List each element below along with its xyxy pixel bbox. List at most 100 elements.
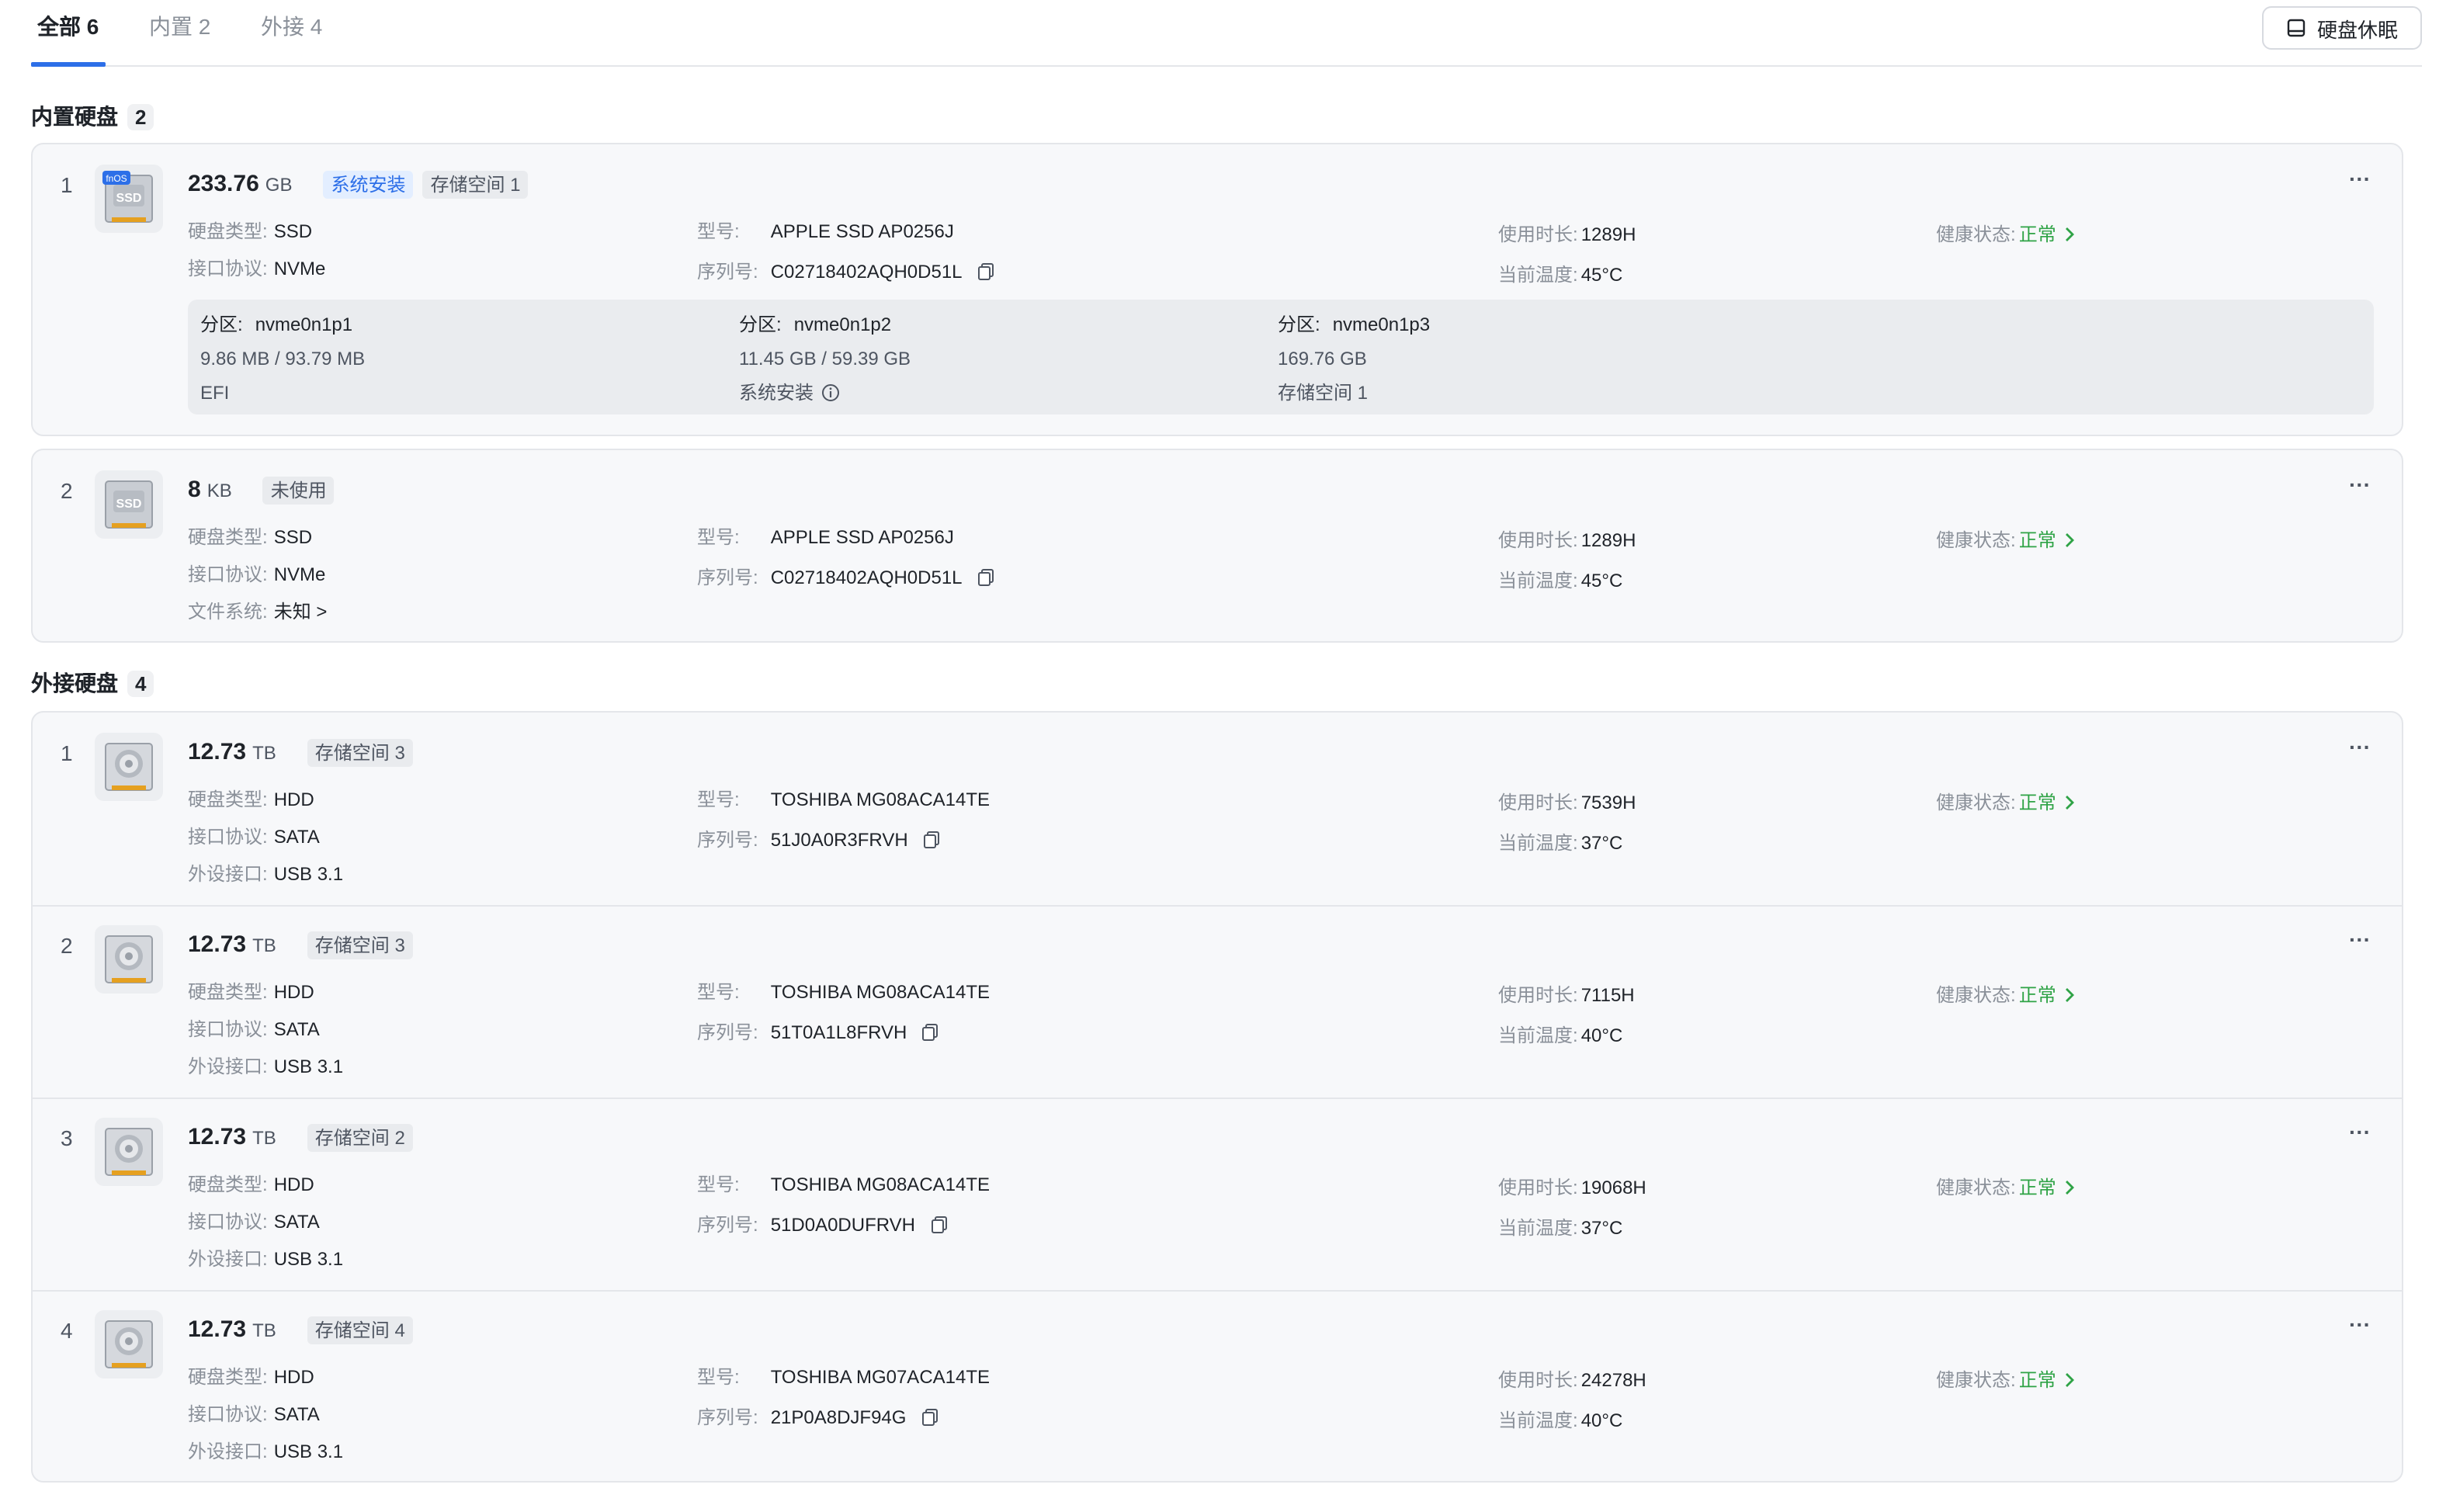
disk-capacity: 8 KB 未使用 — [188, 477, 335, 505]
health-status[interactable]: 健康状态: 正常 — [1936, 790, 2077, 815]
capacity-unit: TB — [252, 1320, 276, 1341]
chevron-right-icon — [2066, 796, 2075, 810]
disk-type-field: 硬盘类型: HDD — [188, 789, 314, 810]
disk-sleep-icon — [2288, 19, 2306, 37]
model-field: 型号: APPLE SSD AP0256J — [697, 526, 954, 548]
external-count-badge: 4 — [127, 670, 154, 696]
capacity-value: 12.73 — [188, 1316, 247, 1343]
chevron-right-icon — [2066, 1181, 2075, 1195]
more-options-button[interactable]: ··· — [2349, 1312, 2371, 1337]
ssd-fnos-icon: SSD fnOS — [95, 165, 163, 233]
tag-system-install: 系统安装 — [323, 171, 414, 199]
external-disk-row[interactable]: 4 12.73 TB 存储空间 4 ··· 硬盘类型: HDD 接口协议: SATA… — [33, 1290, 2402, 1483]
disk-type-field: 硬盘类型: HDD — [188, 1366, 314, 1388]
disk-type-field: 硬盘类型: SSD — [188, 220, 313, 242]
row-divider — [33, 1098, 2402, 1099]
tab-external-label: 外接 4 — [261, 14, 323, 39]
external-disk-row[interactable]: 3 12.73 TB 存储空间 2 ··· 硬盘类型: HDD 接口协议: SATA… — [33, 1098, 2402, 1290]
tab-all[interactable]: 全部 6 — [37, 12, 99, 40]
tag-storage-space: 存储空间 2 — [307, 1124, 413, 1152]
partition-label: EFI — [200, 382, 230, 404]
disk-type-field: 硬盘类型: HDD — [188, 1174, 314, 1195]
partition-name: nvme0n1p3 — [1332, 314, 1431, 335]
hdd-icon — [95, 733, 163, 801]
capacity-unit: TB — [252, 1127, 276, 1149]
protocol-field: 接口协议: SATA — [188, 1018, 320, 1040]
ssd-icon: SSD — [95, 470, 163, 539]
disk-capacity: 12.73 TB 存储空间 3 — [188, 739, 413, 767]
more-options-button[interactable]: ··· — [2349, 472, 2371, 497]
disk-type-field: 硬盘类型: HDD — [188, 981, 314, 1003]
usage-field: 使用时长: 1289H — [1498, 529, 1636, 551]
health-status[interactable]: 健康状态: 正常 — [1936, 1175, 2077, 1200]
serial-field: 序列号: C02718402AQH0D51L — [697, 259, 995, 284]
partition-size: 169.76 GB — [1278, 348, 1367, 369]
partition-item[interactable]: 分区: nvme0n1p2 11.45 GB / 59.39 GB 系统安装 — [739, 312, 911, 405]
tab-external[interactable]: 外接 4 — [261, 12, 322, 40]
internal-disk-card[interactable]: 2 SSD 8 KB 未使用 ··· 硬盘类型: SSD 接口协议: NVMe 文件… — [31, 449, 2403, 643]
chevron-right-icon — [2066, 227, 2075, 241]
internal-section-label: 内置硬盘 — [31, 104, 118, 129]
more-options-button[interactable]: ··· — [2349, 166, 2371, 191]
disk-index: 1 — [61, 740, 73, 765]
copy-icon[interactable] — [920, 1408, 939, 1427]
partition-item[interactable]: 分区: nvme0n1p3 169.76 GB 存储空间 1 — [1278, 312, 1430, 405]
protocol-field: 接口协议: SATA — [188, 1211, 320, 1233]
external-disk-row[interactable]: 1 12.73 TB 存储空间 3 ··· 硬盘类型: HDD 接口协议: SATA… — [33, 713, 2402, 905]
disk-sleep-label: 硬盘休眠 — [2316, 18, 2398, 41]
more-options-button[interactable]: ··· — [2349, 1119, 2371, 1144]
partition-name: nvme0n1p1 — [255, 314, 353, 335]
health-status[interactable]: 健康状态: 正常 — [1936, 1368, 2077, 1392]
model-field: 型号: TOSHIBA MG08ACA14TE — [697, 981, 991, 1003]
health-status[interactable]: 健康状态: 正常 — [1936, 528, 2077, 553]
temperature-field: 当前温度: 37°C — [1498, 1217, 1623, 1239]
capacity-value: 12.73 — [188, 739, 247, 765]
temperature-field: 当前温度: 45°C — [1498, 264, 1623, 286]
external-disk-row[interactable]: 2 12.73 TB 存储空间 3 ··· 硬盘类型: HDD 接口协议: SATA… — [33, 905, 2402, 1098]
health-status[interactable]: 健康状态: 正常 — [1936, 222, 2077, 247]
disk-sleep-button[interactable]: 硬盘休眠 — [2262, 6, 2422, 50]
more-options-button[interactable]: ··· — [2349, 734, 2371, 759]
protocol-field: 接口协议: NVMe — [188, 258, 326, 279]
health-status[interactable]: 健康状态: 正常 — [1936, 983, 2077, 1007]
external-section-title: 外接硬盘 4 — [31, 668, 154, 699]
partition-name: nvme0n1p2 — [793, 314, 892, 335]
partition-label: 系统安装 — [739, 380, 911, 405]
disk-index: 2 — [61, 478, 73, 503]
temperature-field: 当前温度: 37°C — [1498, 832, 1623, 854]
protocol-field: 接口协议: SATA — [188, 1403, 320, 1425]
external-section-label: 外接硬盘 — [31, 671, 118, 695]
model-field: 型号: APPLE SSD AP0256J — [697, 220, 954, 242]
row-divider — [33, 905, 2402, 907]
disk-index: 4 — [61, 1318, 73, 1343]
copy-icon[interactable] — [921, 1023, 939, 1042]
tab-internal[interactable]: 内置 2 — [149, 12, 210, 40]
temperature-field: 当前温度: 40°C — [1498, 1410, 1623, 1431]
capacity-value: 8 — [188, 477, 201, 503]
internal-section-title: 内置硬盘 2 — [31, 101, 154, 132]
hdd-icon — [95, 1310, 163, 1378]
copy-icon[interactable] — [929, 1215, 948, 1234]
serial-field: 序列号: 21P0A8DJF94G — [697, 1405, 939, 1430]
serial-field: 序列号: 51T0A1L8FRVH — [697, 1020, 939, 1045]
copy-icon[interactable] — [922, 831, 941, 849]
chevron-right-icon — [2066, 533, 2075, 547]
internal-disk-card[interactable]: 1 SSD fnOS 233.76 GB 系统安装 存储空间 1 ··· 硬盘类… — [31, 143, 2403, 436]
copy-icon[interactable] — [977, 568, 995, 587]
usage-field: 使用时长: 24278H — [1498, 1369, 1646, 1391]
tab-all-label: 全部 6 — [37, 14, 99, 39]
filesystem-field[interactable]: 文件系统: 未知 > — [188, 599, 327, 624]
tag-storage-space: 存储空间 4 — [307, 1316, 413, 1344]
disk-capacity: 12.73 TB 存储空间 2 — [188, 1124, 413, 1152]
more-options-button[interactable]: ··· — [2349, 927, 2371, 952]
ext-port-field: 外设接口: USB 3.1 — [188, 1056, 344, 1077]
copy-icon[interactable] — [977, 262, 995, 281]
model-field: 型号: TOSHIBA MG08ACA14TE — [697, 789, 991, 810]
protocol-field: 接口协议: SATA — [188, 826, 320, 848]
info-icon[interactable] — [821, 383, 840, 402]
capacity-value: 233.76 — [188, 171, 259, 197]
usage-field: 使用时长: 7115H — [1498, 984, 1635, 1006]
partition-item[interactable]: 分区: nvme0n1p1 9.86 MB / 93.79 MB EFI — [200, 312, 365, 405]
hdd-icon — [95, 1118, 163, 1186]
model-field: 型号: TOSHIBA MG07ACA14TE — [697, 1366, 991, 1388]
